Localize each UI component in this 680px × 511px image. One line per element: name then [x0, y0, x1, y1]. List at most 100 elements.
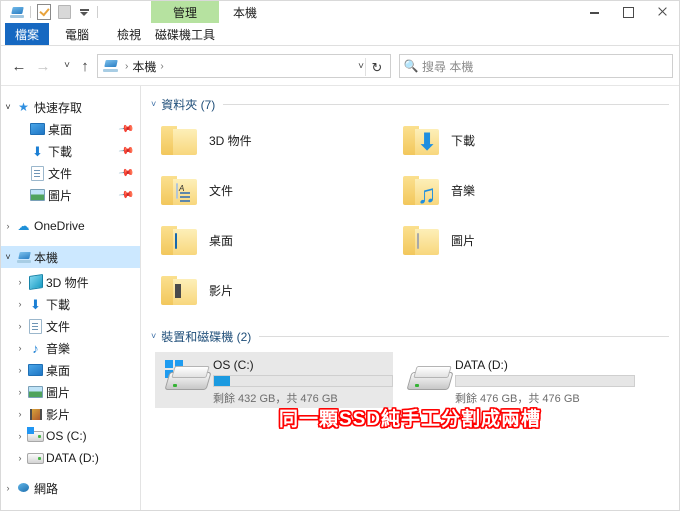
sidebar-item-music[interactable]: › ♪ 音樂	[1, 337, 140, 359]
tab-computer[interactable]: 電腦	[55, 23, 99, 46]
sidebar-item-downloads[interactable]: › ⬇ 下載	[1, 293, 140, 315]
list-item[interactable]: 文件	[161, 173, 233, 207]
this-pc-icon[interactable]	[7, 3, 27, 21]
maximize-button[interactable]	[611, 1, 645, 23]
chevron-down-icon[interactable]: ˅	[151, 331, 156, 341]
chevron-right-icon[interactable]: ›	[13, 431, 27, 441]
breadcrumb-separator-2[interactable]: ›	[160, 61, 163, 72]
folder-3d-objects-icon	[161, 123, 199, 157]
pictures-icon	[27, 386, 44, 398]
list-item[interactable]: 影片	[161, 273, 233, 307]
sidebar-item-documents-qa[interactable]: 文件 📌	[1, 162, 140, 184]
contextual-tab-manage[interactable]: 管理	[151, 1, 219, 23]
minimize-button[interactable]	[577, 1, 611, 23]
back-button[interactable]: ←	[9, 56, 29, 76]
chevron-right-icon[interactable]: ›	[1, 483, 15, 493]
sidebar-item-os-c[interactable]: › OS (C:)	[1, 425, 140, 447]
recent-locations-button[interactable]: ˅	[57, 56, 77, 76]
folder-documents-icon	[161, 173, 199, 207]
annotation-text: 同一顆SSD純手工分割成兩槽	[278, 409, 542, 430]
list-item[interactable]: ⬇ 下載	[403, 123, 475, 157]
music-icon: ♪	[32, 340, 39, 356]
close-button[interactable]	[645, 1, 679, 23]
window-controls	[577, 1, 679, 23]
address-dropdown-icon[interactable]: ˅	[358, 61, 364, 72]
chevron-right-icon[interactable]: ›	[13, 321, 27, 331]
chevron-right-icon[interactable]: ›	[13, 365, 27, 375]
folder-tiles: 3D 物件 ⬇ 下載 文件 ♫	[141, 114, 679, 326]
sidebar-item-downloads-qa[interactable]: ⬇ 下載 📌	[1, 140, 140, 162]
download-icon: ⬇	[32, 143, 43, 159]
chevron-right-icon[interactable]: ›	[13, 277, 27, 287]
videos-icon	[27, 408, 44, 420]
pin-icon[interactable]: 📌	[117, 187, 134, 203]
drive-item-data-d[interactable]: DATA (D:) 剩餘 476 GB，共 476 GB	[397, 352, 635, 408]
search-box[interactable]: 🔍 搜尋 本機	[399, 54, 673, 78]
sidebar-item-documents[interactable]: › 文件	[1, 315, 140, 337]
qat-divider-2	[97, 6, 98, 18]
back-icon: ←	[11, 57, 27, 75]
list-item[interactable]: 圖片	[403, 223, 475, 257]
group-header-devices-drives[interactable]: ˅ 裝置和磁碟機 (2)	[141, 326, 679, 346]
sidebar-item-onedrive[interactable]: › ☁ OneDrive	[1, 215, 140, 237]
customize-qat-icon[interactable]	[74, 3, 94, 21]
refresh-button[interactable]: ↻	[368, 59, 386, 77]
chevron-down-icon[interactable]: ˅	[1, 252, 15, 262]
chevron-down-icon[interactable]: ˅	[1, 102, 15, 112]
folder-music-icon: ♫	[403, 173, 441, 207]
new-folder-icon[interactable]	[54, 3, 74, 21]
sidebar-item-desktop-qa[interactable]: 桌面 📌	[1, 118, 140, 140]
chevron-right-icon[interactable]: ›	[13, 453, 27, 463]
sidebar-item-data-d[interactable]: › DATA (D:)	[1, 447, 140, 469]
drive-icon	[405, 358, 454, 396]
chevron-right-icon[interactable]: ›	[13, 299, 27, 309]
folder-videos-icon	[161, 273, 199, 307]
chevron-right-icon[interactable]: ›	[13, 343, 27, 353]
chevron-down-icon[interactable]: ˅	[151, 99, 156, 109]
tab-view-label: 檢視	[116, 28, 141, 42]
chevron-right-icon[interactable]: ›	[1, 221, 15, 231]
tab-drive-tools[interactable]: 磁碟機工具	[151, 23, 219, 46]
content-pane[interactable]: ˅ 資料夾 (7) 3D 物件 ⬇ 下載 A 文件 ♫ 音樂 桌面 圖片 影片 …	[141, 86, 679, 510]
chevron-right-icon[interactable]: ›	[13, 387, 27, 397]
pin-icon[interactable]: 📌	[117, 121, 134, 137]
properties-icon[interactable]	[34, 3, 54, 21]
chevron-right-icon[interactable]: ›	[13, 409, 27, 419]
tab-file-label: 檔案	[14, 28, 39, 42]
sidebar-item-label: 桌面	[46, 363, 71, 378]
item-name: 影片	[209, 283, 234, 298]
sidebar-item-videos[interactable]: › 影片	[1, 403, 140, 425]
sidebar-item-network[interactable]: › 網路	[1, 477, 140, 499]
sidebar-item-label: 快速存取	[34, 100, 83, 115]
pin-icon[interactable]: 📌	[117, 143, 134, 159]
drive-info: DATA (D:) 剩餘 476 GB，共 476 GB	[455, 358, 635, 406]
sidebar-item-this-pc[interactable]: ˅ 本機	[1, 246, 140, 268]
group-header-folders[interactable]: ˅ 資料夾 (7)	[141, 94, 679, 114]
sidebar-item-label: 文件	[46, 319, 71, 334]
sidebar-item-label: 文件	[48, 166, 73, 181]
explorer-body: ˅ ★ 快速存取 桌面 📌 ⬇ 下載 📌 文件 📌 圖片 📌 › ☁ OneDr…	[1, 86, 679, 510]
windows-drive-icon	[27, 426, 44, 442]
list-item[interactable]: 桌面	[161, 223, 233, 257]
navigation-pane[interactable]: ˅ ★ 快速存取 桌面 📌 ⬇ 下載 📌 文件 📌 圖片 📌 › ☁ OneDr…	[1, 86, 141, 510]
ribbon-underline	[1, 45, 679, 46]
sidebar-item-pictures-qa[interactable]: 圖片 📌	[1, 184, 140, 206]
up-button[interactable]: ↑	[75, 56, 95, 76]
pin-icon[interactable]: 📌	[117, 165, 134, 181]
tab-view[interactable]: 檢視	[107, 23, 151, 46]
sidebar-item-3d-objects[interactable]: › 3D 物件	[1, 271, 140, 293]
sidebar-item-pictures[interactable]: › 圖片	[1, 381, 140, 403]
list-item[interactable]: 3D 物件	[161, 123, 252, 157]
forward-button[interactable]: →	[33, 56, 53, 76]
breadcrumb-this-pc[interactable]: 本機	[132, 58, 156, 75]
drive-item-os-c[interactable]: OS (C:) 剩餘 432 GB，共 476 GB	[155, 352, 393, 408]
list-item[interactable]: ♫ 音樂	[403, 173, 475, 207]
desktop-icon	[27, 364, 44, 376]
up-arrow-icon: ↑	[81, 57, 89, 75]
ribbon-tabs: 檔案 電腦 檢視 磁碟機工具	[1, 23, 679, 47]
sidebar-item-quick-access[interactable]: ˅ ★ 快速存取	[1, 96, 140, 118]
sidebar-item-desktop[interactable]: › 桌面	[1, 359, 140, 381]
drive-name: OS (C:)	[213, 358, 254, 372]
tab-file[interactable]: 檔案	[5, 23, 49, 46]
address-bar[interactable]: › 本機 › ˅ ↻	[97, 54, 391, 78]
